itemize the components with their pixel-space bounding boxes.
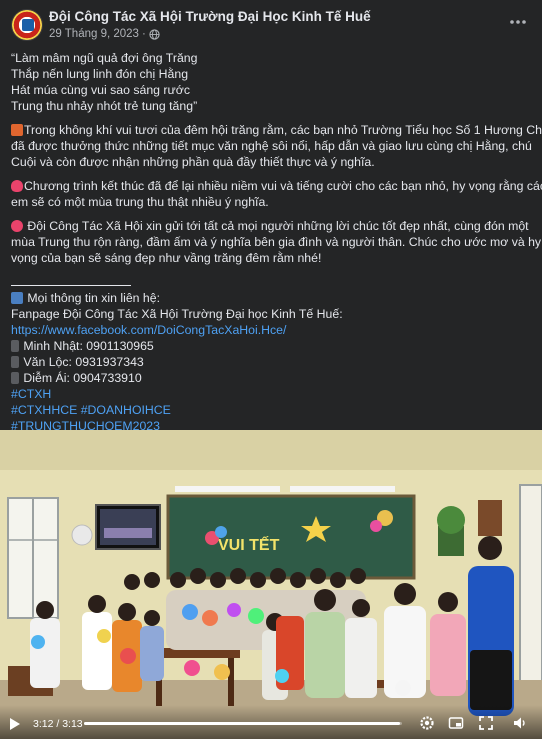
paragraph-line: đã được thưởng thức những tiết mục văn n… [11,139,532,153]
video-progress-bar[interactable] [84,722,402,725]
paragraph-line: Cuội và còn được nhận những phần quà đầy… [11,155,375,169]
page-avatar[interactable] [11,9,43,41]
paragraph-line: em sẽ có một mùa trung thu thật nhiều ý … [11,195,269,209]
paragraph-line: Chương trình kết thúc đã để lại nhiều ni… [24,179,542,193]
poem-line: Thắp nến lung linh đón chị Hằng [11,67,189,81]
fanpage-line: Fanpage Đội Công Tác Xã Hội Trường Đại h… [11,307,343,321]
two-hearts-icon [11,220,23,232]
picture-in-picture-icon[interactable] [448,715,464,731]
poem-line: Hát múa cùng vui sao sáng rước [11,83,190,97]
phone-icon [11,372,19,384]
more-horizontal-icon [510,20,526,24]
paragraph-line: vọng của bạn sẽ sáng đẹp như vầng trăng … [11,251,322,265]
phone-icon [11,356,19,368]
video-time: 3:12 / 3:13 [33,718,83,730]
sparkling-heart-icon [11,180,23,192]
board-text: VUI TẾT [218,535,280,554]
post-body: “Làm mâm ngũ quả đợi ông Trăng Thắp nến … [11,50,542,434]
video-player[interactable]: VUI TẾT 3:12 / 3:13 [0,430,542,739]
post-meta: 29 Tháng 9, 2023 · [49,28,160,40]
post-date-link[interactable]: 29 Tháng 9, 2023 [49,28,139,40]
contact-heading: Mọi thông tin xin liên hệ: [24,291,161,305]
paragraph-line: Đội Công Tác Xã Hội xin gửi tới tất cả m… [24,219,529,233]
meta-separator: · [141,28,146,40]
more-options-button[interactable] [508,12,528,32]
gift-icon [11,124,23,136]
fullscreen-icon[interactable] [478,715,494,731]
post-header: Đội Công Tác Xã Hội Trường Đại Học Kinh … [0,0,542,46]
volume-icon[interactable] [512,715,528,731]
contact-block: Mọi thông tin xin liên hệ: Fanpage Đội C… [11,274,533,434]
poem-block: “Làm mâm ngũ quả đợi ông Trăng Thắp nến … [11,50,533,114]
video-frame: VUI TẾT [0,430,542,739]
contact-line: Diễm Ái: 0904733910 [20,371,142,385]
page-name-link[interactable]: Đội Công Tác Xã Hội Trường Đại Học Kinh … [49,9,371,24]
contact-line: Văn Lộc: 0931937343 [20,355,144,369]
paragraph-line: mùa Trung thu rộn ràng, đầm ấm và ý nghĩ… [11,235,542,249]
hashtag-link[interactable]: #CTXH [11,386,533,402]
contact-line: Minh Nhật: 0901130965 [20,339,154,353]
video-controls: 3:12 / 3:13 [0,705,542,739]
hashtag-link[interactable]: #CTXHHCE #DOANHOIHCE [11,402,533,418]
poem-line: “Làm mâm ngũ quả đợi ông Trăng [11,51,198,65]
paragraph-event: Trong không khí vui tươi của đêm hội tră… [11,122,542,170]
poem-line: Trung thu nhảy nhót trẻ tung tăng” [11,99,198,113]
play-icon[interactable] [9,717,21,731]
video-progress-fill [84,722,401,725]
fanpage-link[interactable]: https://www.facebook.com/DoiCongTacXaHoi… [11,322,533,338]
paragraph-line: Trong không khí vui tươi của đêm hội tră… [24,123,542,137]
mailbox-icon [11,292,23,304]
paragraph-wishes: Đội Công Tác Xã Hội xin gửi tới tất cả m… [11,218,542,266]
divider [11,274,533,290]
paragraph-closing: Chương trình kết thúc đã để lại nhiều ni… [11,178,542,210]
globe-icon[interactable] [149,28,160,40]
settings-gear-icon[interactable] [419,715,435,731]
phone-icon [11,340,19,352]
